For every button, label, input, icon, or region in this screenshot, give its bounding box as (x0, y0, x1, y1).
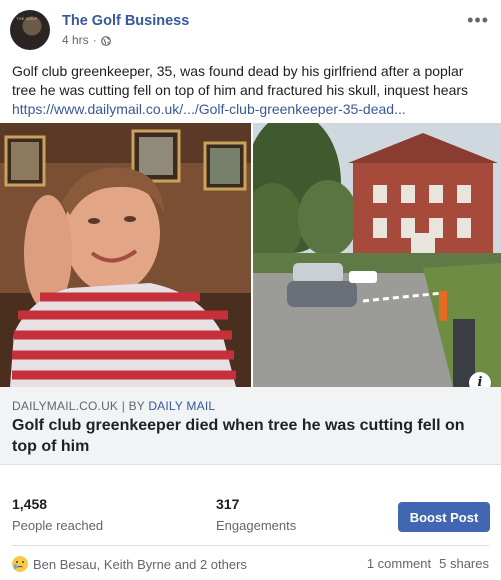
by-label: BY (128, 399, 145, 413)
post-timestamp[interactable]: 4 hrs (62, 33, 89, 47)
avatar-logo-text: THE GOLF (16, 16, 38, 21)
shares-count[interactable]: 5 shares (439, 556, 489, 571)
link-title[interactable]: Golf club greenkeeper died when tree he … (12, 415, 482, 457)
more-options-icon[interactable]: ••• (467, 10, 489, 31)
source-divider: | (121, 399, 126, 413)
people-reached-stat: 1,458 People reached (12, 496, 103, 533)
engagements-value: 317 (216, 496, 240, 512)
people-reached-value: 1,458 (12, 496, 48, 512)
link-source: DAILYMAIL.CO.UK | BY DAILY MAIL (12, 399, 215, 413)
engagements-label: Engagements (216, 518, 297, 533)
article-image-man (0, 123, 251, 387)
engagements-stat: 317 Engagements (216, 496, 296, 533)
post-meta: 4 hrs · (62, 33, 111, 47)
page-name-link[interactable]: The Golf Business (62, 13, 189, 29)
sad-reaction-icon (12, 556, 28, 572)
post-message-text: Golf club greenkeeper, 35, was found dea… (12, 63, 469, 98)
people-reached-label: People reached (12, 518, 104, 533)
facebook-post: THE GOLF The Golf Business 4 hrs · ••• G… (0, 0, 501, 580)
comments-count[interactable]: 1 comment (367, 556, 431, 571)
reactors-text[interactable]: Ben Besau, Keith Byrne and 2 others (33, 557, 247, 572)
engagement-counts: 1 comment 5 shares (367, 556, 489, 571)
article-image-building (253, 123, 501, 387)
link-preview-card[interactable]: i DAILYMAIL.CO.UK | BY DAILY MAIL Golf c… (0, 123, 501, 465)
page-avatar[interactable]: THE GOLF (10, 10, 50, 50)
post-header: THE GOLF The Golf Business 4 hrs · ••• (10, 10, 491, 54)
link-card-footer: DAILYMAIL.CO.UK | BY DAILY MAIL Golf clu… (0, 387, 501, 465)
post-article-link[interactable]: https://www.dailymail.co.uk/.../Golf-clu… (12, 101, 406, 117)
meta-separator: · (92, 33, 97, 47)
footer-divider (12, 545, 489, 546)
globe-icon[interactable] (100, 35, 111, 46)
post-insights: 1,458 People reached 317 Engagements Boo… (0, 486, 501, 536)
link-author[interactable]: DAILY MAIL (148, 399, 215, 413)
post-message: Golf club greenkeeper, 35, was found dea… (12, 62, 490, 119)
boost-post-button[interactable]: Boost Post (398, 502, 490, 532)
link-domain: DAILYMAIL.CO.UK (12, 399, 119, 413)
reactions-summary[interactable]: Ben Besau, Keith Byrne and 2 others (12, 556, 247, 572)
